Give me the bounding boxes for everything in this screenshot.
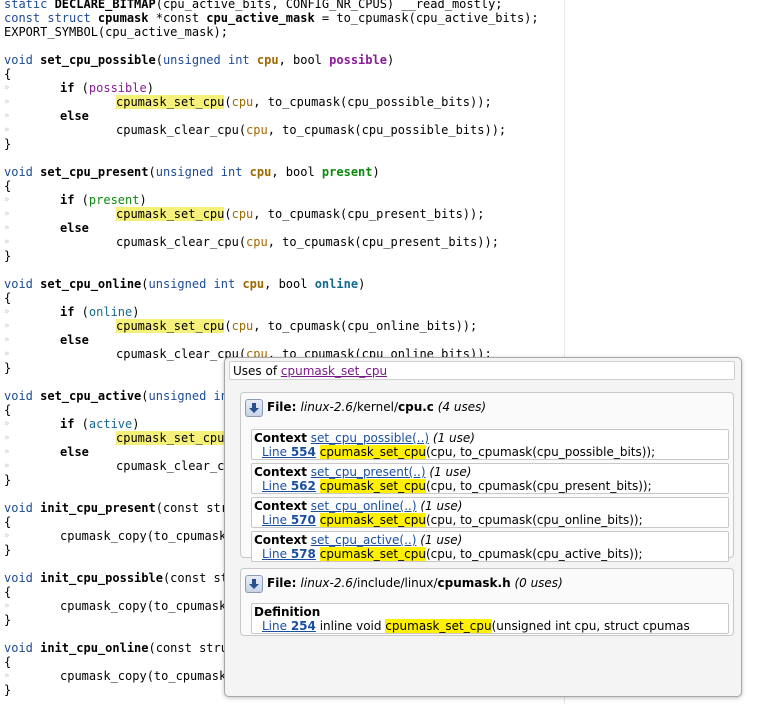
- collapse-arrow-icon[interactable]: [245, 574, 263, 593]
- file-header: File: linux-2.6/include/linux/cpumask.h …: [245, 573, 563, 593]
- code-line-export-symbol: EXPORT_SYMBOL(cpu_active_mask);: [4, 25, 228, 39]
- brace-open: {: [4, 291, 12, 305]
- definition-entry: Definition Line 254 inline void cpumask_…: [251, 603, 729, 634]
- brace-close: }: [4, 137, 12, 151]
- context-link[interactable]: set_cpu_online(..): [311, 499, 417, 513]
- line-link[interactable]: Line 254: [262, 619, 316, 633]
- indent-guide: »: [4, 671, 10, 681]
- indent-guide: »: [4, 349, 10, 359]
- indent-guide: »: [4, 335, 10, 345]
- copy-call: cpumask_copy(to_cpumask: [60, 529, 227, 543]
- func-signature-set-cpu-online: void set_cpu_online(unsigned int cpu, bo…: [4, 277, 366, 291]
- context-entry: Context set_cpu_present(..) (1 use) Line…: [251, 463, 729, 494]
- if-statement: if (possible): [60, 81, 154, 95]
- clear-cpu-call: cpumask_clear_cpu(cpu, to_cpumask(cpu_po…: [116, 123, 507, 137]
- code-line-declare-bitmap: static DECLARE_BITMAP(cpu_active_bits, C…: [4, 0, 503, 11]
- indent-guide: »: [4, 531, 10, 541]
- indent-guide: »: [4, 461, 10, 471]
- context-link[interactable]: set_cpu_possible(..): [311, 431, 429, 445]
- indent-guide: »: [4, 419, 10, 429]
- brace-open: {: [4, 655, 12, 669]
- file-group-cpu-c: File: linux-2.6/kernel/cpu.c (4 uses) Co…: [240, 392, 734, 562]
- if-statement: if (active): [60, 417, 140, 431]
- clear-cpu-call: cpumask_clear_c: [116, 459, 225, 473]
- uses-popup[interactable]: Uses of cpumask_set_cpu File: linux-2.6/…: [224, 357, 742, 697]
- else-keyword: else: [60, 109, 89, 123]
- line-link[interactable]: Line 562: [262, 479, 316, 493]
- file-group-cpumask-h: File: linux-2.6/include/linux/cpumask.h …: [240, 568, 734, 636]
- set-cpu-call: cpumask_set_cpu: [116, 431, 225, 445]
- indent-guide: »: [4, 321, 10, 331]
- indent-guide: »: [4, 97, 10, 107]
- brace-open: {: [4, 179, 12, 193]
- indent-guide: »: [4, 433, 10, 443]
- indent-guide: »: [4, 83, 10, 93]
- brace-open: {: [4, 403, 12, 417]
- if-statement: if (present): [60, 193, 147, 207]
- brace-open: {: [4, 515, 12, 529]
- func-signature-set-cpu-possible: void set_cpu_possible(unsigned int cpu, …: [4, 53, 395, 67]
- file-header: File: linux-2.6/kernel/cpu.c (4 uses): [245, 397, 486, 417]
- brace-close: }: [4, 473, 12, 487]
- brace-close: }: [4, 613, 12, 627]
- popup-title: Uses of cpumask_set_cpu: [229, 361, 735, 380]
- indent-guide: »: [4, 125, 10, 135]
- indent-guide: »: [4, 237, 10, 247]
- func-signature-set-cpu-active: void set_cpu_active(unsigned int: [4, 389, 236, 403]
- copy-call: cpumask_copy(to_cpumask: [60, 599, 227, 613]
- context-entry: Context set_cpu_possible(..) (1 use) Lin…: [251, 429, 729, 460]
- func-signature-init-cpu-online: void init_cpu_online(const stru: [4, 641, 228, 655]
- indent-guide: »: [4, 601, 10, 611]
- code-line-cpu-active-mask: const struct cpumask *const cpu_active_m…: [4, 11, 539, 25]
- set-cpu-call: cpumask_set_cpu(cpu, to_cpumask(cpu_pres…: [116, 207, 485, 221]
- context-link[interactable]: set_cpu_active(..): [311, 533, 417, 547]
- copy-call: cpumask_copy(to_cpumask: [60, 669, 227, 683]
- else-keyword: else: [60, 333, 89, 347]
- context-entry: Context set_cpu_online(..) (1 use) Line …: [251, 497, 729, 528]
- line-link[interactable]: Line 578: [262, 547, 316, 561]
- indent-guide: »: [4, 209, 10, 219]
- set-cpu-call: cpumask_set_cpu(cpu, to_cpumask(cpu_onli…: [116, 319, 478, 333]
- indent-guide: »: [4, 307, 10, 317]
- context-entry: Context set_cpu_active(..) (1 use) Line …: [251, 531, 729, 562]
- if-statement: if (online): [60, 305, 140, 319]
- context-link[interactable]: set_cpu_present(..): [311, 465, 426, 479]
- brace-close: }: [4, 683, 12, 697]
- collapse-arrow-icon[interactable]: [245, 398, 263, 417]
- brace-close: }: [4, 249, 12, 263]
- symbol-link[interactable]: cpumask_set_cpu: [281, 364, 387, 378]
- indent-guide: »: [4, 111, 10, 121]
- indent-guide: »: [4, 195, 10, 205]
- func-signature-init-cpu-possible: void init_cpu_possible(const st: [4, 571, 228, 585]
- brace-close: }: [4, 543, 12, 557]
- popup-title-prefix: Uses of: [233, 364, 281, 378]
- clear-cpu-call: cpumask_clear_cpu(cpu, to_cpumask(cpu_pr…: [116, 235, 499, 249]
- else-keyword: else: [60, 445, 89, 459]
- brace-close: }: [4, 361, 12, 375]
- indent-guide: »: [4, 223, 10, 233]
- set-cpu-call: cpumask_set_cpu(cpu, to_cpumask(cpu_poss…: [116, 95, 492, 109]
- else-keyword: else: [60, 221, 89, 235]
- line-link[interactable]: Line 554: [262, 445, 316, 459]
- func-signature-init-cpu-present: void init_cpu_present(const stru: [4, 501, 236, 515]
- line-link[interactable]: Line 570: [262, 513, 316, 527]
- indent-guide: »: [4, 447, 10, 457]
- func-signature-set-cpu-present: void set_cpu_present(unsigned int cpu, b…: [4, 165, 380, 179]
- brace-open: {: [4, 67, 12, 81]
- brace-open: {: [4, 585, 12, 599]
